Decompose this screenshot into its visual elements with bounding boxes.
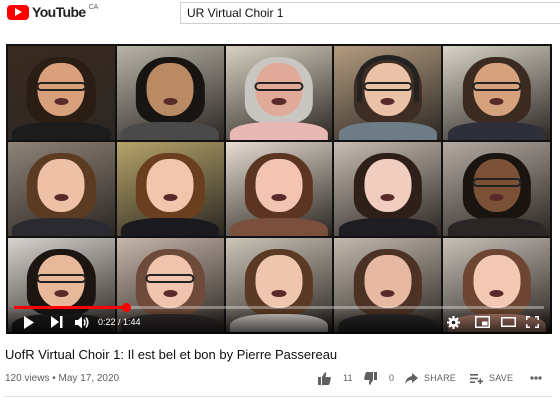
glasses-icon [145, 273, 195, 284]
thumbs-up-icon [318, 371, 331, 385]
participant-body [121, 217, 220, 236]
miniplayer-button[interactable] [474, 315, 490, 329]
participant-body [447, 217, 546, 236]
singing-mouth [380, 289, 395, 297]
participant-face [255, 254, 303, 308]
volume-button[interactable] [74, 315, 90, 329]
singing-mouth [489, 97, 504, 105]
youtube-logo-text: YouTube [32, 4, 86, 20]
participant-video-tile [116, 142, 224, 236]
singing-mouth [271, 193, 287, 201]
participant-video-tile [334, 142, 442, 236]
headphones-icon [356, 55, 419, 103]
participant-video-tile [116, 46, 224, 140]
singing-mouth [54, 289, 69, 297]
participant-body [12, 121, 111, 140]
participant-video-tile [225, 142, 333, 236]
top-bar: YouTube CA UR Virtual Choir 1 [0, 0, 560, 26]
time-display: 0:22 / 1:44 [98, 317, 141, 327]
participant-video-tile [443, 142, 550, 236]
participant-face [146, 62, 194, 116]
glasses-icon [36, 81, 86, 92]
participant-face [473, 254, 521, 308]
theater-mode-button[interactable] [500, 315, 516, 329]
search-input[interactable]: UR Virtual Choir 1 [180, 2, 560, 24]
volume-icon [74, 316, 88, 328]
glasses-icon [36, 273, 86, 284]
singing-mouth [271, 97, 287, 105]
dislike-button[interactable]: 0 [364, 369, 394, 387]
participant-face [37, 158, 85, 212]
video-title: UofR Virtual Choir 1: Il est bel et bon … [5, 347, 338, 362]
participant-face [146, 158, 194, 212]
save-label: SAVE [489, 373, 514, 383]
progress-bar[interactable] [14, 303, 544, 312]
glasses-icon [254, 81, 304, 92]
participant-body [229, 217, 329, 236]
play-icon [24, 315, 34, 329]
progress-scrubber[interactable] [121, 303, 131, 312]
next-button[interactable] [50, 315, 64, 329]
participant-video-tile [334, 46, 442, 140]
region-code: CA [88, 3, 99, 11]
video-meta: 120 views • May 17, 2020 [5, 373, 120, 384]
participant-body [229, 121, 329, 140]
singing-mouth [163, 97, 178, 105]
fullscreen-icon [525, 316, 539, 328]
save-icon [470, 373, 483, 384]
youtube-play-icon [7, 4, 29, 20]
fullscreen-button[interactable] [524, 315, 540, 329]
thumbs-down-icon [364, 371, 377, 385]
choir-video-grid [8, 46, 550, 332]
participant-body [121, 121, 220, 140]
youtube-logo[interactable]: YouTube CA [7, 4, 98, 20]
participant-body [338, 217, 437, 236]
settings-button[interactable] [446, 315, 460, 329]
singing-mouth [54, 193, 69, 201]
participant-face [255, 158, 303, 212]
singing-mouth [489, 289, 504, 297]
singing-mouth [271, 289, 287, 297]
more-icon [530, 376, 542, 380]
next-icon [51, 316, 63, 328]
player-controls: 0:22 / 1:44 [6, 303, 552, 334]
like-count: 11 [343, 373, 353, 383]
singing-mouth [163, 289, 178, 297]
theater-icon [500, 317, 516, 327]
video-player[interactable]: 0:22 / 1:44 [6, 44, 552, 334]
singing-mouth [163, 193, 178, 201]
miniplayer-icon [474, 316, 490, 328]
like-button[interactable]: 11 [318, 369, 353, 387]
singing-mouth [380, 193, 395, 201]
more-actions-button[interactable] [530, 369, 542, 387]
play-button[interactable] [22, 315, 36, 329]
settings-icon [446, 315, 460, 329]
glasses-icon [472, 177, 522, 188]
participant-face [364, 158, 412, 212]
participant-video-tile [443, 46, 550, 140]
share-button[interactable]: SHARE [405, 369, 456, 387]
singing-mouth [54, 97, 69, 105]
save-button[interactable]: SAVE [470, 369, 513, 387]
dislike-count: 0 [389, 373, 395, 383]
share-label: SHARE [424, 373, 457, 383]
glasses-icon [472, 81, 522, 92]
participant-body [447, 121, 546, 140]
participant-video-tile [8, 142, 115, 236]
participant-video-tile [225, 46, 333, 140]
singing-mouth [489, 193, 504, 201]
participant-body [12, 217, 111, 236]
divider [5, 396, 553, 397]
share-icon [405, 372, 418, 384]
participant-body [338, 121, 437, 140]
participant-face [364, 254, 412, 308]
progress-played [14, 306, 127, 309]
participant-video-tile [8, 46, 115, 140]
